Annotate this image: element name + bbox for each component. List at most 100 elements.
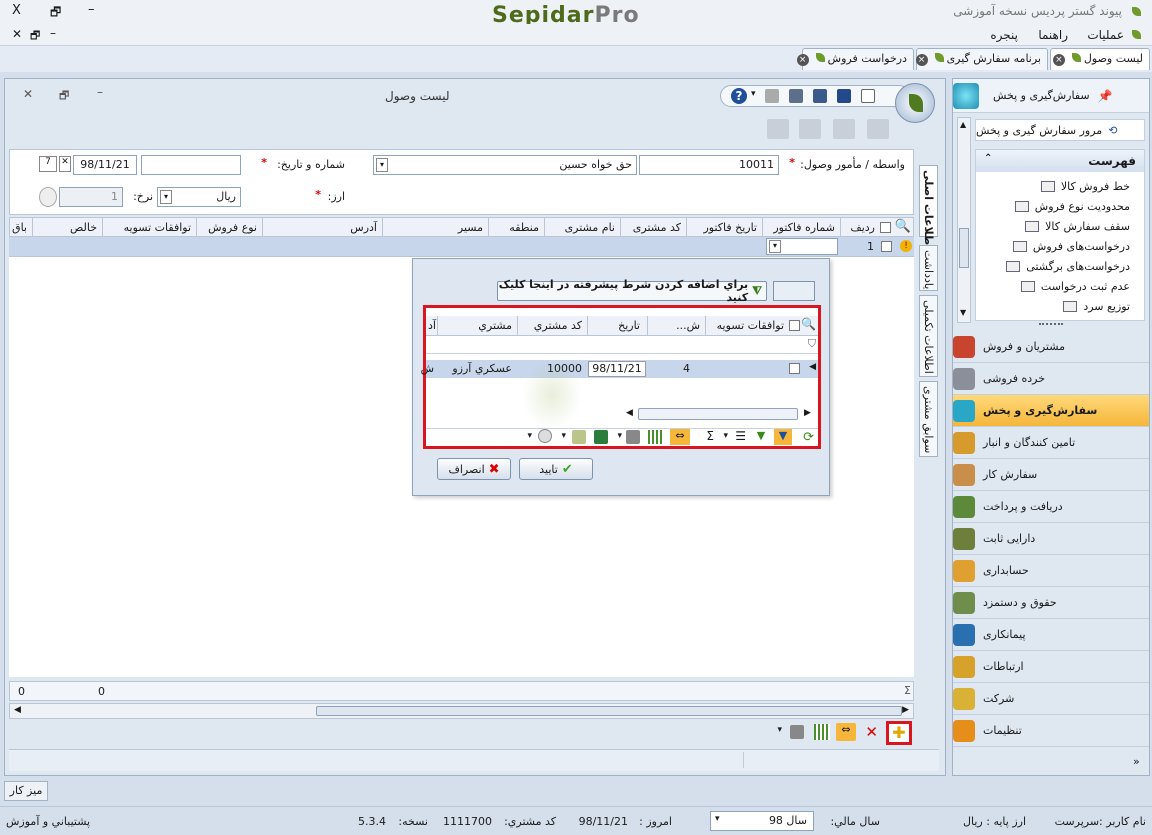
grid-horizontal-scrollbar[interactable]: ◀ ▶ [9, 703, 914, 719]
nav-customers-sales[interactable]: مشتریان و فروش [953, 331, 1149, 363]
help-icon[interactable]: ? [731, 88, 747, 104]
search-icon[interactable]: 🔍 [895, 219, 911, 234]
panel-vertical-scrollbar[interactable]: ▲ ▼ [957, 117, 971, 323]
ok-button[interactable]: ✔ تایید [519, 458, 593, 480]
restore-app-button[interactable]: 🗗 [50, 3, 61, 24]
filter-panel-toggle[interactable] [773, 281, 815, 301]
tab-sales-request[interactable]: درخواست فروش× [796, 48, 914, 70]
popup-filter-row[interactable]: ⛉ [426, 336, 818, 354]
menu-window[interactable]: پنجره [990, 28, 1018, 42]
scroll-left-icon[interactable]: ◀ [14, 705, 21, 715]
scroll-left-icon[interactable]: ◀ [626, 408, 633, 418]
popup-col-settlement[interactable]: توافقات تسویه [717, 319, 784, 332]
tab-receipt-list[interactable]: لیست وصول× [1050, 48, 1150, 70]
pin-icon[interactable]: 📌 [1098, 89, 1113, 103]
export-icon[interactable] [572, 430, 586, 444]
minimize-app-button[interactable]: – [88, 2, 95, 17]
calendar-icon[interactable]: 7 [39, 156, 57, 172]
nav-accounting[interactable]: حسابداری [953, 555, 1149, 587]
close-doc-button[interactable]: ✕ [12, 27, 22, 41]
popup-horizontal-scrollbar[interactable] [638, 408, 798, 420]
delete-row-icon[interactable]: ✕ [865, 723, 878, 741]
sigma-icon[interactable]: Σ [706, 429, 714, 443]
dropdown-icon[interactable]: ▾ [751, 89, 756, 99]
list-item[interactable]: عدم ثبت درخواست [1020, 280, 1130, 293]
fit-columns-icon[interactable]: ⇔ [670, 429, 690, 445]
side-tab-extra-info[interactable]: اطلاعات تکمیلی [919, 295, 938, 377]
splitter-grip[interactable] [1039, 323, 1063, 327]
columns-icon[interactable] [814, 724, 830, 740]
side-tab-main-info[interactable]: اطلاعات اصلی [919, 165, 938, 249]
agent-name-select[interactable]: حق خواه حسین ▾ [373, 155, 637, 175]
scroll-thumb[interactable] [316, 706, 902, 716]
advanced-filter-button[interactable]: ⧩ براي اضافه کردن شرط پیشرفته در اینجا ک… [497, 278, 767, 304]
print-icon[interactable] [765, 89, 779, 103]
scroll-thumb[interactable] [959, 228, 969, 268]
filter-active-icon[interactable]: ▼ [774, 429, 792, 445]
minimize-doc-button[interactable]: – [50, 26, 56, 40]
search-icon[interactable]: 🔍 [801, 317, 816, 331]
col-invoice-date[interactable]: تاریخ فاکتور [703, 221, 757, 234]
save-icon[interactable] [837, 89, 851, 103]
fit-columns-icon[interactable]: ⇔ [836, 723, 856, 741]
popup-col-extra[interactable]: آد [428, 319, 436, 332]
list-item[interactable]: درخواست‌های برگشتی [1006, 260, 1130, 273]
menu-help[interactable]: راهنما [1038, 28, 1068, 42]
dropdown-icon[interactable]: ▾ [617, 431, 622, 441]
new-document-icon[interactable] [861, 89, 875, 103]
close-icon[interactable]: × [796, 54, 809, 66]
chevron-down-icon[interactable]: ▾ [769, 240, 781, 253]
nav-settings[interactable]: تنظیمات [953, 715, 1149, 747]
col-route[interactable]: مسیر [458, 221, 483, 234]
nav-suppliers-warehouse[interactable]: تامین کنندگان و انبار [953, 427, 1149, 459]
window-restore-button[interactable]: 🗗 [59, 87, 69, 106]
table-row[interactable]: ! 1 ▾ [9, 237, 914, 257]
select-all-checkbox[interactable] [880, 222, 891, 233]
currency-select[interactable]: ریال ▾ [157, 187, 241, 207]
table-row[interactable]: ◀ 4 98/11/21 10000 عسكري آرزو ش [421, 360, 818, 378]
menu-operations[interactable]: عملیات [1087, 28, 1124, 42]
copy-doc-icon[interactable] [799, 119, 821, 139]
scroll-right-icon[interactable]: ▶ [902, 705, 909, 715]
window-minimize-button[interactable]: – [97, 85, 103, 99]
popup-col-date[interactable]: تاریخ [618, 319, 640, 332]
row-checkbox[interactable] [789, 363, 800, 374]
col-sale-type[interactable]: نوع فروش [208, 221, 257, 234]
dropdown-icon[interactable]: ▾ [723, 431, 728, 441]
nav-work-order[interactable]: سفارش کار [953, 459, 1149, 491]
nav-fixed-assets[interactable]: دارایی ثابت [953, 523, 1149, 555]
side-tab-note[interactable]: یادداشت [919, 245, 938, 291]
popup-col-customer[interactable]: مشتري [478, 319, 512, 332]
excel-icon[interactable] [594, 430, 608, 444]
desk-button[interactable]: میز کار [4, 781, 48, 801]
status-support-link[interactable]: پشتیباني و آموزش [6, 815, 90, 828]
col-remaining[interactable]: باق [12, 221, 27, 234]
expand-panel-icon[interactable]: » [1133, 755, 1140, 768]
dropdown-icon[interactable]: ▾ [561, 431, 566, 441]
scroll-right-icon[interactable]: ▶ [804, 408, 811, 418]
col-net[interactable]: خالص [70, 221, 97, 234]
filter-icon[interactable]: ⛉ [808, 337, 816, 351]
close-icon[interactable]: × [1052, 54, 1065, 66]
scroll-up-icon[interactable]: ▲ [960, 120, 966, 129]
print-icon[interactable] [626, 430, 640, 444]
refresh-icon[interactable]: ⟳ [803, 430, 814, 445]
print-icon[interactable] [790, 725, 804, 739]
rate-input[interactable]: 1 [59, 187, 123, 207]
collapse-icon[interactable]: ⌃ [984, 153, 992, 164]
nav-receive-pay[interactable]: دریافت و پرداخت [953, 491, 1149, 523]
close-icon[interactable]: × [915, 54, 928, 66]
restore-doc-button[interactable]: 🗗 [30, 27, 40, 46]
chevron-down-icon[interactable]: ▾ [376, 158, 388, 172]
list-item[interactable]: سقف سفارش کالا [1025, 220, 1130, 233]
columns-icon[interactable] [648, 430, 664, 444]
invoice-number-cell-editor[interactable]: ▾ [766, 238, 838, 255]
nav-contracting[interactable]: پیمانکاری [953, 619, 1149, 651]
nav-retail[interactable]: خرده فروشی [953, 363, 1149, 395]
window-close-button[interactable]: ✕ [23, 87, 33, 101]
overview-item[interactable]: ⟲ مرور سفارش گیری و پخش [975, 119, 1145, 141]
chevron-down-icon[interactable]: ▾ [160, 190, 172, 204]
nav-communications[interactable]: ارتباطات [953, 651, 1149, 683]
nav-payroll[interactable]: حقوق و دستمزد [953, 587, 1149, 619]
select-all-checkbox[interactable] [789, 320, 800, 331]
